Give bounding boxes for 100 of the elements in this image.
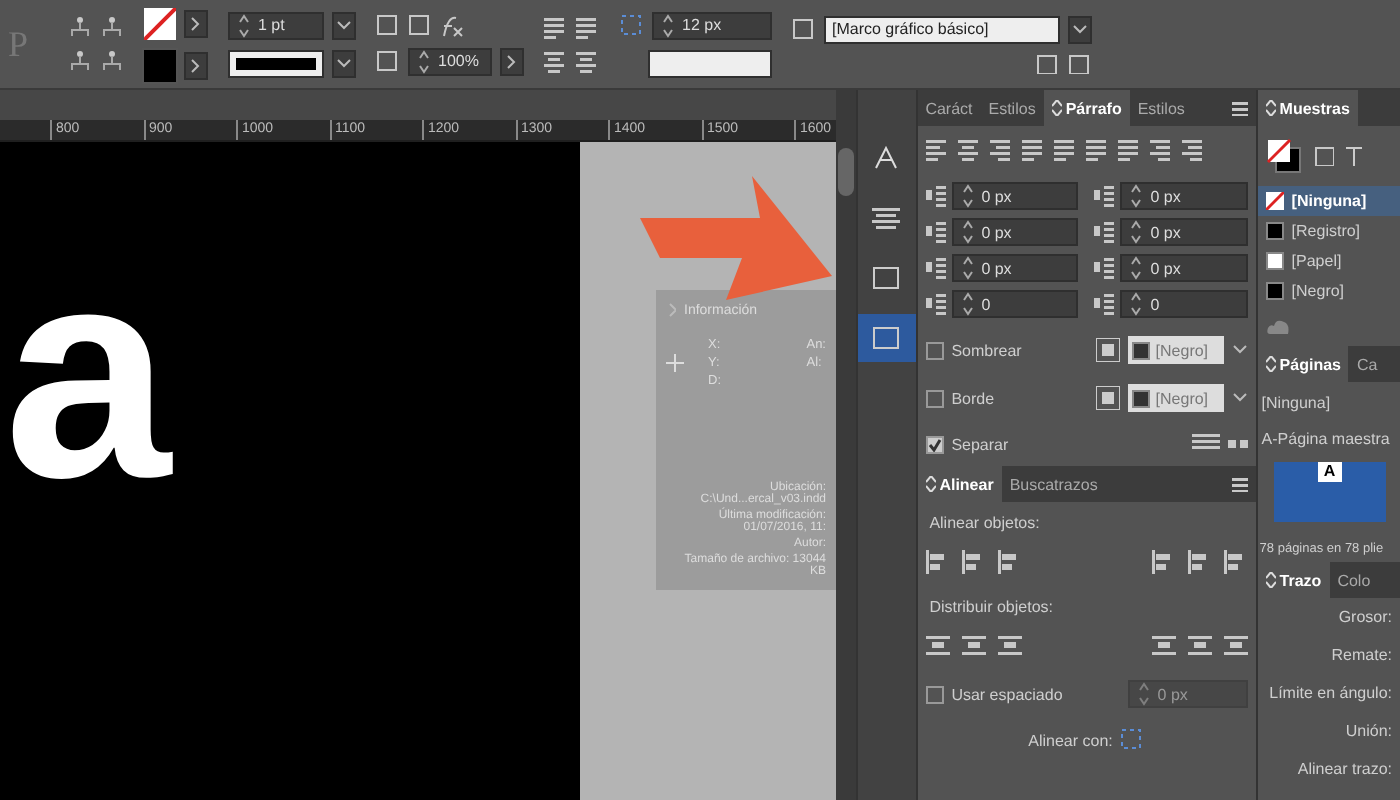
checkbox[interactable] bbox=[925, 435, 944, 453]
swatch-item[interactable]: [Ninguna] bbox=[1257, 186, 1400, 216]
scale-field[interactable]: 100% bbox=[408, 47, 492, 75]
justify-icon[interactable] bbox=[1021, 138, 1042, 162]
input-field[interactable]: 0 px bbox=[951, 218, 1079, 246]
panel-tab[interactable]: Trazo bbox=[1257, 562, 1330, 598]
input-field[interactable]: 0 bbox=[1120, 290, 1248, 318]
font-size-field[interactable]: 12 px bbox=[652, 11, 772, 39]
indent-icon bbox=[1094, 256, 1115, 280]
align-objects-icon[interactable] bbox=[997, 550, 1022, 574]
text-align-icon[interactable] bbox=[576, 49, 600, 73]
panel-tab[interactable]: Estilos bbox=[980, 90, 1044, 126]
justify-icon[interactable] bbox=[1181, 138, 1202, 162]
justify-icon[interactable] bbox=[1149, 138, 1170, 162]
chevron-button[interactable] bbox=[332, 11, 356, 39]
checkbox-label: Sombrear bbox=[951, 341, 1022, 359]
panel-tab[interactable]: Colo bbox=[1329, 562, 1379, 598]
chevron-button[interactable] bbox=[184, 9, 208, 37]
panel-tab[interactable]: Ca bbox=[1348, 346, 1386, 382]
swatch-item[interactable]: [Negro] bbox=[1257, 276, 1400, 306]
fill-swatch[interactable] bbox=[144, 7, 176, 39]
distribute-objects-icon[interactable] bbox=[961, 634, 986, 658]
swatch-item[interactable]: [Papel] bbox=[1257, 246, 1400, 276]
panel-tab[interactable]: Muestras bbox=[1257, 90, 1358, 126]
input-field[interactable]: 0 px bbox=[951, 254, 1079, 282]
frame-icon[interactable] bbox=[792, 17, 816, 41]
align-objects-icon[interactable] bbox=[925, 550, 950, 574]
text-icon[interactable] bbox=[1345, 146, 1362, 166]
text-align-icon[interactable] bbox=[576, 15, 600, 39]
panel-menu-icon[interactable] bbox=[1231, 476, 1248, 492]
panel-tab[interactable]: Páginas bbox=[1257, 346, 1349, 382]
input-field[interactable]: 0 px bbox=[951, 182, 1079, 210]
distribute-objects-icon[interactable] bbox=[1223, 634, 1248, 658]
swatch-item[interactable]: [Registro] bbox=[1257, 216, 1400, 246]
spinner-icon bbox=[660, 13, 676, 37]
justify-icon[interactable] bbox=[1085, 138, 1106, 162]
shading-icon bbox=[1095, 338, 1120, 362]
container-icon[interactable] bbox=[1313, 146, 1334, 166]
page-list-item[interactable]: [Ninguna] bbox=[1257, 382, 1400, 418]
field-label: Límite en ángulo: bbox=[1267, 682, 1394, 706]
input-field[interactable] bbox=[648, 49, 772, 77]
panel-tab[interactable]: Estilos bbox=[1129, 90, 1193, 126]
panel-tab[interactable]: Caráct bbox=[917, 90, 981, 126]
panel-menu-icon[interactable] bbox=[1231, 100, 1248, 116]
chevron-down-icon[interactable] bbox=[1231, 342, 1248, 358]
text-align-icon[interactable] bbox=[544, 15, 568, 39]
input-field[interactable]: 0 px bbox=[1120, 182, 1248, 210]
chevron-button[interactable] bbox=[332, 49, 356, 77]
input-field[interactable]: 0 bbox=[951, 290, 1079, 318]
tree-icon[interactable] bbox=[68, 49, 92, 73]
text-align-icon[interactable] bbox=[989, 138, 1010, 162]
stroke-type-field[interactable] bbox=[228, 49, 324, 77]
text-align-icon[interactable] bbox=[925, 138, 946, 162]
align-objects-icon[interactable] bbox=[1187, 550, 1212, 574]
distribute-objects-icon[interactable] bbox=[1187, 634, 1212, 658]
distribute-objects-icon[interactable] bbox=[997, 634, 1022, 658]
panel-icon-button[interactable] bbox=[858, 314, 916, 362]
checkbox[interactable] bbox=[925, 389, 944, 407]
spinner-icon bbox=[1128, 256, 1145, 280]
stroke-swatch[interactable] bbox=[144, 49, 176, 81]
text-align-icon[interactable] bbox=[957, 138, 978, 162]
indent-icon bbox=[1094, 292, 1115, 316]
fx-icon[interactable] bbox=[440, 13, 464, 37]
align-objects-icon[interactable] bbox=[1151, 550, 1176, 574]
panel-tab[interactable]: Párrafo bbox=[1043, 90, 1130, 126]
frame-icon[interactable] bbox=[408, 13, 432, 37]
object-style-dropdown[interactable]: [Marco gráfico básico] bbox=[824, 15, 1060, 43]
tree-icon[interactable] bbox=[100, 49, 124, 73]
justify-icon[interactable] bbox=[1117, 138, 1138, 162]
frame-icon[interactable] bbox=[376, 49, 400, 73]
frame-icon[interactable] bbox=[1068, 53, 1092, 73]
checkbox[interactable] bbox=[925, 685, 944, 703]
master-page-thumbnail[interactable]: A bbox=[1273, 462, 1386, 522]
stroke-weight-field[interactable]: 1 pt bbox=[228, 11, 324, 39]
distribute-objects-icon[interactable] bbox=[925, 634, 950, 658]
none-swatch-icon bbox=[1265, 192, 1284, 210]
none-slash-icon bbox=[144, 7, 176, 39]
scrollbar-thumb[interactable] bbox=[838, 148, 854, 196]
panel-tab[interactable]: Alinear bbox=[917, 466, 1002, 502]
align-objects-icon[interactable] bbox=[1223, 550, 1248, 574]
chevron-button[interactable] bbox=[500, 47, 524, 75]
input-field[interactable]: 0 px bbox=[1120, 218, 1248, 246]
input-field[interactable]: 0 px bbox=[1120, 254, 1248, 282]
frame-icon[interactable] bbox=[376, 13, 400, 37]
align-objects-icon[interactable] bbox=[961, 550, 986, 574]
text-align-icon[interactable] bbox=[544, 49, 568, 73]
spinner-icon bbox=[959, 184, 976, 208]
chevron-button[interactable] bbox=[184, 51, 208, 79]
page-list-item[interactable]: A-Página maestra bbox=[1257, 418, 1400, 454]
fill-stroke-icon[interactable] bbox=[1265, 138, 1302, 174]
chevron-down-icon[interactable] bbox=[1231, 390, 1248, 406]
tree-icon[interactable] bbox=[68, 15, 92, 39]
tree-icon[interactable] bbox=[100, 15, 124, 39]
distribute-objects-icon[interactable] bbox=[1151, 634, 1176, 658]
panel-tab[interactable]: Buscatrazos bbox=[1001, 466, 1106, 502]
updown-icon bbox=[1265, 356, 1276, 372]
justify-icon[interactable] bbox=[1053, 138, 1074, 162]
checkbox-label: Separar bbox=[951, 435, 1009, 453]
chevron-button[interactable] bbox=[1068, 15, 1092, 43]
checkbox[interactable] bbox=[925, 341, 944, 359]
